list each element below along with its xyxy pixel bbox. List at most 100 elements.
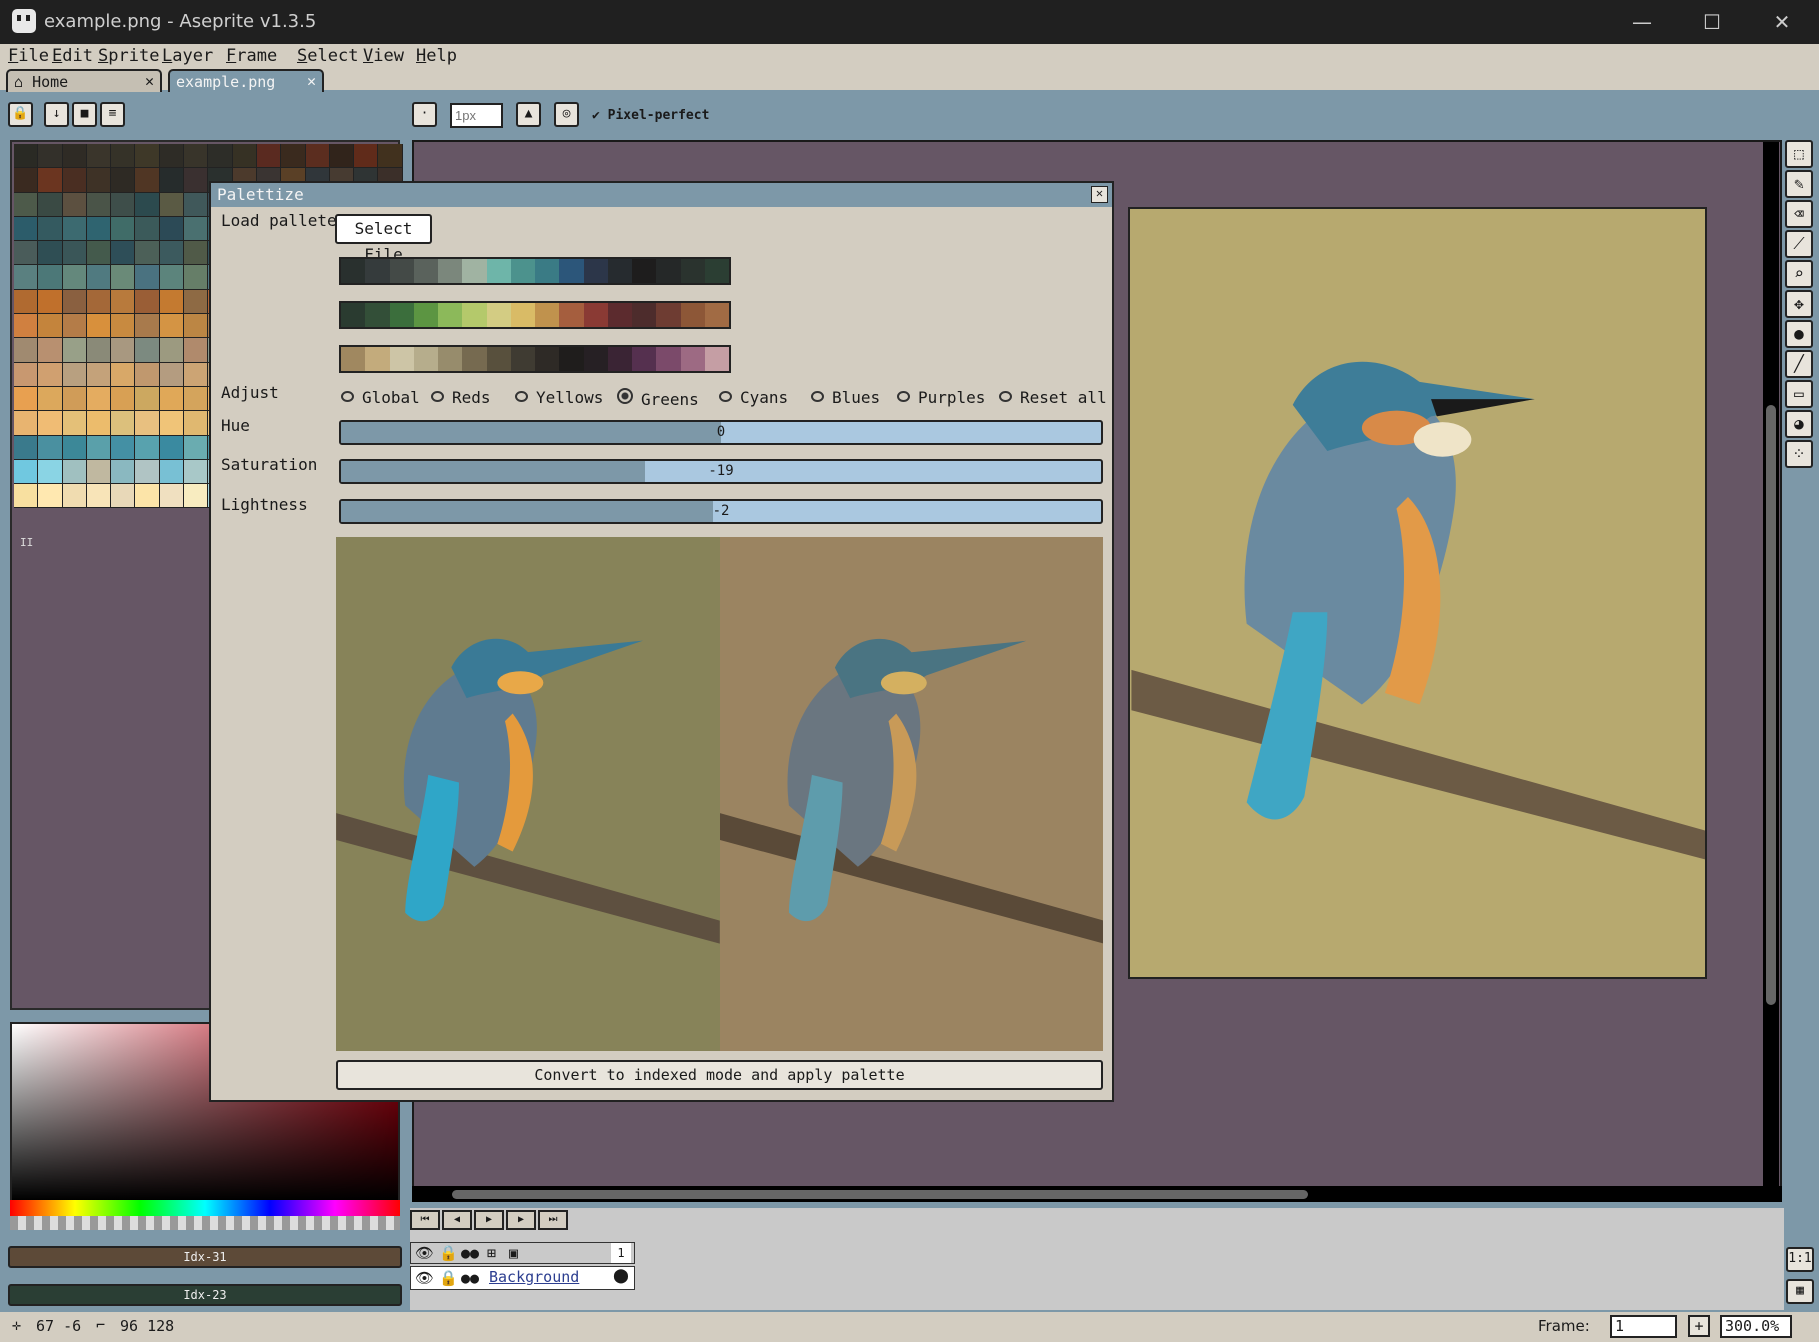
next-frame-icon[interactable]: ▶ <box>506 1210 536 1230</box>
palette-strip-3[interactable] <box>339 345 731 373</box>
palette-swatch[interactable] <box>62 386 87 412</box>
palette-swatch[interactable] <box>159 435 185 460</box>
palette-swatch[interactable] <box>184 338 209 363</box>
select-file-button[interactable]: Select File <box>335 214 432 264</box>
palette-swatch[interactable] <box>62 192 87 217</box>
palette-swatch[interactable] <box>159 362 185 387</box>
palette-swatch[interactable] <box>135 289 160 315</box>
fill-tool-icon[interactable]: ● <box>1785 320 1813 348</box>
palette-presets-icon[interactable]: ■ <box>72 102 97 127</box>
palette-swatch[interactable] <box>14 386 39 412</box>
palette-swatch[interactable] <box>62 459 87 485</box>
palette-swatch[interactable] <box>86 411 112 436</box>
palette-swatch[interactable] <box>135 484 160 509</box>
cel-icon[interactable]: ⬤ <box>611 1268 631 1288</box>
eyedropper-tool-icon[interactable]: ⟋ <box>1785 230 1813 258</box>
palette-swatch[interactable] <box>184 168 209 193</box>
tab-example-close-icon[interactable]: ✕ <box>307 72 316 90</box>
move-tool-icon[interactable]: ✥ <box>1785 290 1813 318</box>
palette-swatch[interactable] <box>14 289 39 315</box>
palette-swatch[interactable] <box>135 314 160 339</box>
layer-row-background[interactable]: 👁 🔒 ●● Background ⬤ <box>410 1266 635 1290</box>
palette-swatch[interactable] <box>135 192 160 217</box>
palette-swatch[interactable] <box>62 362 87 387</box>
palette-swatch[interactable] <box>38 459 63 485</box>
add-frame-button[interactable]: + <box>1688 1315 1710 1337</box>
palette-swatch[interactable] <box>135 144 160 169</box>
palette-swatch[interactable] <box>159 411 185 436</box>
tab-home[interactable]: ⌂ Home ✕ <box>6 69 162 92</box>
palette-swatch[interactable] <box>135 168 160 193</box>
pixel-perfect-checkbox[interactable]: ✔ Pixel-perfect <box>592 108 709 123</box>
lock-icon[interactable]: 🔒 <box>8 102 33 127</box>
palette-strip-1[interactable] <box>339 257 731 285</box>
palette-swatch[interactable] <box>111 314 136 339</box>
brush-size-input[interactable] <box>450 103 503 128</box>
rectangle-tool-icon[interactable]: ▭ <box>1785 380 1813 408</box>
palette-swatch[interactable] <box>281 144 306 169</box>
palette-swatch[interactable] <box>14 362 39 387</box>
foreground-color-button[interactable]: Idx-31 <box>8 1246 402 1268</box>
spray-tool-icon[interactable]: ⁘ <box>1785 440 1813 468</box>
palette-swatch[interactable] <box>14 435 39 460</box>
palette-swatch[interactable] <box>86 435 112 460</box>
palette-swatch[interactable] <box>111 289 136 315</box>
palette-swatch[interactable] <box>329 144 355 169</box>
layer-group-icon[interactable]: ⊞ <box>487 1244 496 1262</box>
layer-visibility-eye-icon[interactable]: 👁 <box>415 1269 434 1287</box>
palette-swatch[interactable] <box>86 362 112 387</box>
palette-swatch[interactable] <box>38 314 63 339</box>
radio-greens[interactable]: Greens <box>617 388 699 409</box>
lock-icon[interactable]: 🔒 <box>439 1244 458 1262</box>
play-icon[interactable]: ▶ <box>474 1210 504 1230</box>
apply-palette-button[interactable]: Convert to indexed mode and apply palett… <box>336 1060 1103 1090</box>
palette-swatch[interactable] <box>38 192 63 217</box>
menu-frame[interactable]: Frame <box>226 46 277 66</box>
palette-swatch[interactable] <box>62 216 87 242</box>
tab-home-close-icon[interactable]: ✕ <box>145 72 154 90</box>
palette-swatch[interactable] <box>111 362 136 387</box>
palette-swatch[interactable] <box>62 435 87 460</box>
lightness-slider[interactable]: -2 <box>339 499 1103 524</box>
palette-swatch[interactable] <box>135 216 160 242</box>
radio-purples[interactable]: Purples <box>897 388 985 407</box>
eraser-tool-icon[interactable]: ⌫ <box>1785 200 1813 228</box>
palette-swatch[interactable] <box>184 386 209 412</box>
palette-swatch[interactable] <box>38 338 63 363</box>
palette-swatch[interactable] <box>111 435 136 460</box>
palette-swatch[interactable] <box>159 338 185 363</box>
menu-file[interactable]: File <box>8 46 49 66</box>
frame-input[interactable]: 1 <box>1610 1315 1677 1338</box>
palette-swatch[interactable] <box>38 144 63 169</box>
menu-select[interactable]: Select <box>297 46 358 66</box>
palette-swatch[interactable] <box>111 192 136 217</box>
palette-swatch[interactable] <box>62 168 87 193</box>
tab-example-png[interactable]: example.png ✕ <box>168 69 324 92</box>
palette-swatch[interactable] <box>38 362 63 387</box>
radio-yellows[interactable]: Yellows <box>515 388 603 407</box>
palette-swatch[interactable] <box>111 459 136 485</box>
palette-swatch[interactable] <box>184 411 209 436</box>
palette-swatch[interactable] <box>14 168 39 193</box>
palette-swatch[interactable] <box>38 265 63 290</box>
timeline-toggle-icon[interactable]: ▦ <box>1786 1279 1814 1304</box>
last-frame-icon[interactable]: ⏭ <box>538 1210 568 1230</box>
palette-swatch[interactable] <box>159 265 185 290</box>
palette-swatch[interactable] <box>14 314 39 339</box>
pencil-tool-icon[interactable]: ✎ <box>1785 170 1813 198</box>
palette-swatch[interactable] <box>184 314 209 339</box>
line-tool-icon[interactable]: ╱ <box>1785 350 1813 378</box>
blur-tool-icon[interactable]: ◕ <box>1785 410 1813 438</box>
palette-options-icon[interactable]: ≡ <box>100 102 125 127</box>
layer-frame-icon[interactable]: ▣ <box>509 1244 518 1262</box>
radio-reds[interactable]: Reds <box>431 388 491 407</box>
palette-swatch[interactable] <box>111 216 136 242</box>
palette-swatch[interactable] <box>159 289 185 315</box>
menu-sprite[interactable]: Sprite <box>98 46 159 66</box>
pressure-icon[interactable]: ◎ <box>554 102 579 127</box>
palette-swatch[interactable] <box>232 144 257 169</box>
palette-sort-icon[interactable]: ↓ <box>44 102 69 127</box>
sprite-canvas[interactable] <box>1128 207 1707 979</box>
palette-swatch[interactable] <box>86 314 112 339</box>
palette-swatch[interactable] <box>86 192 112 217</box>
